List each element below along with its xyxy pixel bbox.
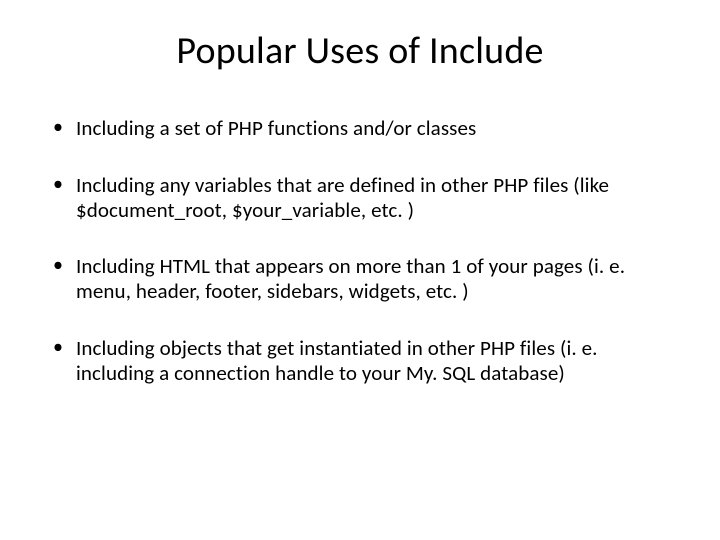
bullet-list: Including a set of PHP functions and/or … bbox=[50, 116, 670, 385]
bullet-item: Including any variables that are defined… bbox=[50, 173, 670, 223]
bullet-item: Including HTML that appears on more than… bbox=[50, 254, 670, 304]
bullet-item: Including objects that get instantiated … bbox=[50, 336, 670, 386]
slide-title: Popular Uses of Include bbox=[50, 28, 670, 74]
bullet-item: Including a set of PHP functions and/or … bbox=[50, 116, 670, 141]
